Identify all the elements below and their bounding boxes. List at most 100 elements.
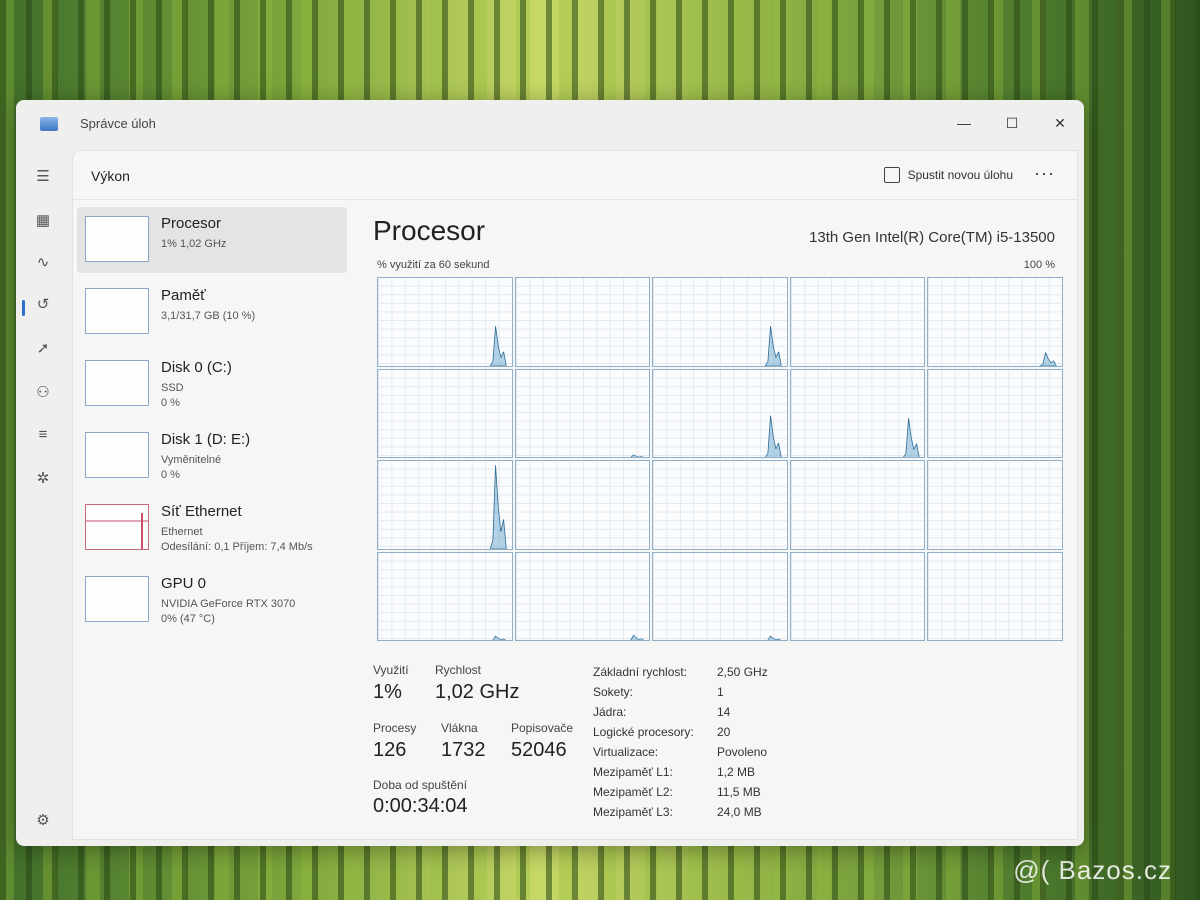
- core-graph: [927, 460, 1063, 550]
- core-usage-plot: [489, 465, 507, 549]
- spec-row: Jádra: 14: [593, 705, 833, 725]
- resource-name: GPU 0: [161, 575, 207, 592]
- core-graph: [514, 277, 651, 367]
- spec-row: Logické procesory: 20: [593, 725, 833, 745]
- core-usage-spike: [765, 635, 783, 640]
- core-graph: [927, 277, 1063, 367]
- resource-name: Procesor: [161, 215, 222, 232]
- threads-label: Vlákna: [441, 721, 478, 735]
- resource-item-cpu[interactable]: Procesor 1% 1,02 GHz: [77, 207, 347, 273]
- processes-value: 126: [373, 739, 407, 761]
- resource-detail: NVIDIA GeForce RTX 3070: [161, 598, 296, 610]
- core-usage-spike: [490, 635, 507, 640]
- core-usage-plot: [490, 635, 507, 640]
- resource-detail: 3,1/31,7 GB (10 %): [161, 310, 256, 322]
- task-manager-icon: [40, 117, 58, 131]
- core-usage-spike: [1039, 352, 1058, 366]
- resource-detail: SSD: [161, 382, 184, 394]
- performance-icon[interactable]: ∿: [34, 254, 52, 272]
- core-graph: [377, 277, 513, 367]
- resource-item-disk0[interactable]: Disk 0 (C:) SSD 0 %: [77, 351, 347, 417]
- spec-value: 20: [717, 725, 731, 739]
- core-graph: [652, 277, 788, 367]
- cpu-thumbnail: [85, 216, 149, 262]
- core-usage-spike: [902, 417, 920, 457]
- history-icon[interactable]: ↺: [34, 296, 52, 314]
- resource-item-gpu[interactable]: GPU 0 NVIDIA GeForce RTX 3070 0% (47 °C): [77, 567, 347, 633]
- core-graph: [652, 368, 788, 458]
- resource-detail: Vyměnitelné: [161, 454, 222, 466]
- core-graph: [514, 460, 651, 550]
- core-usage-spike: [764, 414, 782, 457]
- run-task-label: Spustit novou úlohu: [907, 168, 1013, 182]
- resource-item-disk1[interactable]: Disk 1 (D: E:) Vyměnitelné 0 %: [77, 423, 347, 489]
- core-graph: [652, 460, 788, 550]
- page-title: Výkon: [91, 168, 130, 184]
- core-graph: [789, 368, 926, 458]
- spec-value: 24,0 MB: [717, 805, 762, 819]
- spec-row: Mezipaměť L2: 11,5 MB: [593, 785, 833, 805]
- speed-label: Rychlost: [435, 663, 482, 677]
- spec-key: Mezipaměť L1:: [593, 765, 673, 779]
- core-usage-plot: [627, 454, 645, 457]
- minimize-button[interactable]: —: [946, 108, 982, 138]
- window-title: Správce úloh: [80, 116, 156, 131]
- resource-usage: 0 %: [161, 469, 180, 481]
- more-options-button[interactable]: ···: [1034, 163, 1055, 184]
- startup-icon[interactable]: ➚: [34, 340, 52, 358]
- core-usage-spike: [489, 326, 507, 366]
- core-graph: [377, 460, 513, 550]
- core-usage-plot: [489, 326, 507, 366]
- core-graph: [514, 368, 651, 458]
- resource-item-ethernet[interactable]: Síť Ethernet Ethernet Odesílání: 0,1 Pří…: [77, 495, 347, 561]
- spec-value: Povoleno: [717, 745, 768, 759]
- core-usage-spike: [489, 465, 507, 549]
- core-usage-plot: [764, 414, 782, 457]
- menu-icon[interactable]: ☰: [34, 168, 52, 186]
- title-bar[interactable]: Správce úloh — ☐ ✕: [16, 100, 1084, 146]
- cpu-detail: Procesor 13th Gen Intel(R) Core(TM) i5-1…: [373, 207, 1063, 839]
- core-usage-plot: [627, 634, 645, 640]
- settings-icon[interactable]: ⚙: [34, 812, 52, 830]
- core-graph: [927, 368, 1063, 458]
- resource-item-memory[interactable]: Paměť 3,1/31,7 GB (10 %): [77, 279, 347, 345]
- spec-key: Virtualizace:: [593, 745, 659, 759]
- maximize-button[interactable]: ☐: [994, 108, 1030, 138]
- spec-value: 1,2 MB: [717, 765, 756, 779]
- close-button[interactable]: ✕: [1042, 108, 1078, 138]
- spec-value: 11,5 MB: [717, 785, 761, 799]
- resource-detail: Ethernet: [161, 526, 203, 538]
- resource-list: Procesor 1% 1,02 GHz Paměť 3,1/31,7 GB (…: [77, 207, 347, 639]
- core-graph: [377, 368, 513, 458]
- cpu-heading: Procesor: [373, 215, 486, 246]
- uptime-value: 0:00:34:04: [373, 795, 468, 817]
- core-graph: [927, 551, 1063, 641]
- uptime-label: Doba od spuštění: [373, 778, 468, 792]
- spec-row: Mezipaměť L3: 24,0 MB: [593, 805, 833, 825]
- speed-value: 1,02 GHz: [435, 681, 520, 703]
- details-icon[interactable]: ≡: [34, 426, 52, 444]
- core-graph: [789, 460, 926, 550]
- spec-row: Virtualizace: Povoleno: [593, 745, 833, 765]
- resource-name: Paměť: [161, 287, 206, 304]
- spec-row: Základní rychlost: 2,50 GHz: [593, 665, 833, 685]
- resource-detail: 1% 1,02 GHz: [161, 238, 227, 250]
- logical-processor-grid: [377, 277, 1063, 641]
- resource-usage: 0 %: [161, 397, 180, 409]
- run-new-task-button[interactable]: Spustit novou úlohu: [883, 167, 1013, 183]
- core-graph: [514, 551, 651, 641]
- spec-key: Mezipaměť L3:: [593, 805, 673, 819]
- services-icon[interactable]: ✲: [34, 470, 52, 488]
- disk1-thumbnail: [85, 432, 149, 478]
- spec-key: Sokety:: [593, 685, 634, 699]
- spec-row: Sokety: 1: [593, 685, 833, 705]
- core-usage-plot: [765, 635, 783, 640]
- handles-value: 52046: [511, 739, 567, 761]
- util-label: Využití: [373, 663, 409, 677]
- nav-rail: ☰ ▦ ∿ ↺ ➚ ⚇ ≡ ✲ ⚙: [16, 146, 70, 846]
- users-icon[interactable]: ⚇: [34, 384, 52, 402]
- spec-value: 1: [717, 685, 724, 699]
- processes-icon[interactable]: ▦: [34, 212, 52, 230]
- spec-value: 2,50 GHz: [717, 665, 768, 679]
- task-manager-window: Správce úloh — ☐ ✕ ☰ ▦ ∿ ↺ ➚ ⚇ ≡ ✲ ⚙ Výk…: [16, 100, 1084, 846]
